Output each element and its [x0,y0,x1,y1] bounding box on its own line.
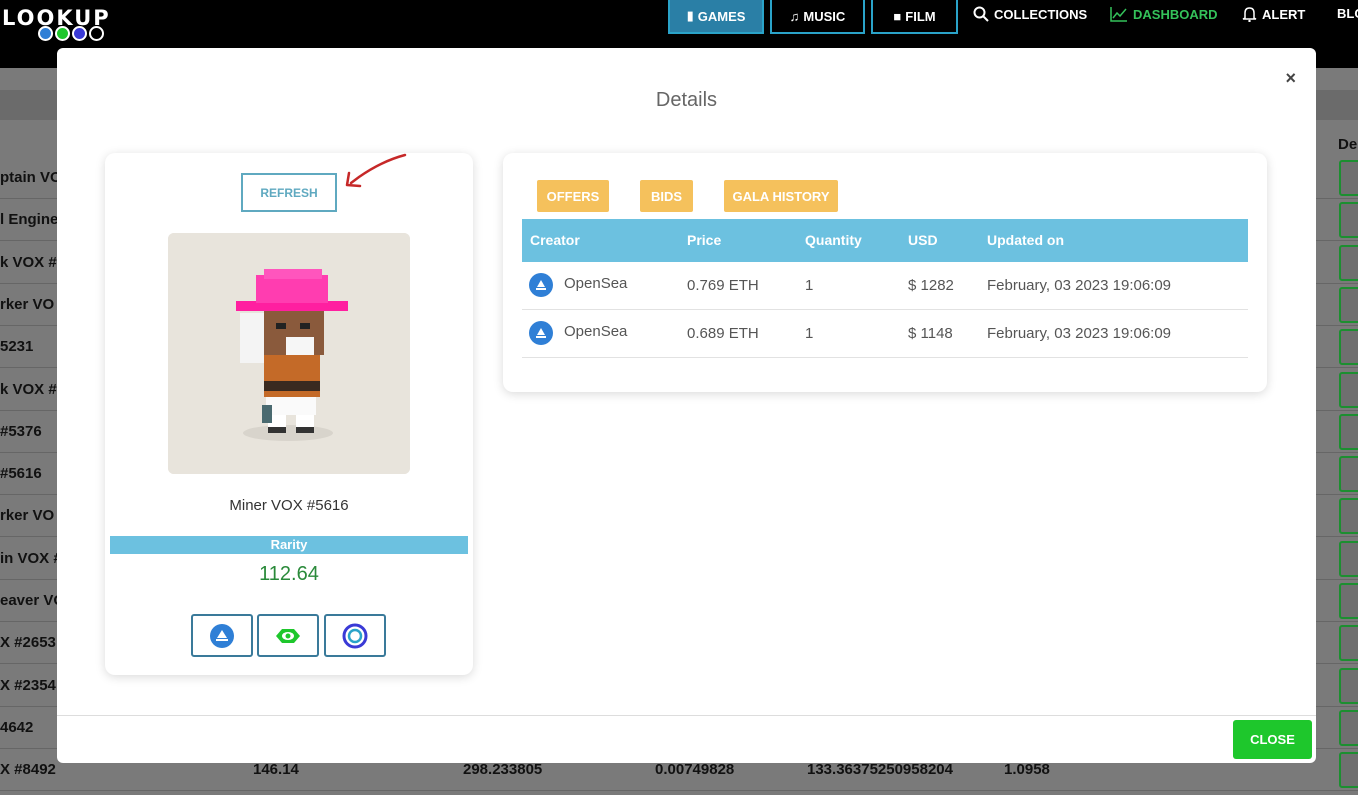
voxel-character-image [168,233,410,474]
background-row-cell: 133.36375250958204 [807,761,953,779]
background-row-name: k VOX # [0,253,57,271]
x2y2-icon [72,26,87,41]
looksrare-icon [55,26,70,41]
background-row-name: k VOX # [0,380,57,398]
background-row-name: X #2354 [0,676,56,694]
film-icon: ■ [893,8,902,24]
background-row-cell: 0.00749828 [655,761,735,779]
background-row-action-button [1339,583,1358,619]
offers-card: OFFERS BIDS GALA HISTORY Creator Price Q… [503,153,1267,392]
usd-cell: $ 1148 [908,325,953,342]
background-row-cell: 298.233805 [463,761,543,779]
col-updated-on: Updated on [987,232,1064,248]
chart-line-icon [1110,7,1127,22]
price-cell: 0.689 ETH [687,325,759,342]
opensea-icon [529,273,553,297]
looksrare-icon [276,628,300,643]
background-row-cell: 146.14 [253,761,299,779]
background-row-action-button [1339,625,1358,662]
creator-cell: OpenSea [564,323,628,340]
nav-games-button[interactable]: ▮ GAMES [668,0,764,34]
rarity-value: 112.64 [259,563,319,585]
opensea-icon [529,321,553,345]
background-row-name: 4642 [0,718,34,736]
col-usd: USD [908,232,938,248]
close-icon[interactable]: × [1285,68,1296,89]
updated-cell: February, 03 2023 19:06:09 [987,325,1172,342]
creator-cell: OpenSea [564,275,628,292]
x2y2-icon [342,623,368,648]
background-row-cell: 1.0958 [1004,761,1050,779]
background-row-name: in VOX # [0,549,62,567]
background-row-action-button [1339,456,1358,493]
background-row-action-button [1339,498,1358,535]
nav-collections-link[interactable]: COLLECTIONS [973,6,1087,22]
background-row-name: X #8492 [0,761,56,779]
tab-gala-history[interactable]: GALA HISTORY [724,180,838,212]
details-modal: Details × REFRESH Miner VOX #5616 Rarity… [57,48,1316,763]
modal-footer-divider [57,715,1316,716]
table-row: OpenSea 0.769 ETH 1 $ 1282 February, 03 … [522,262,1248,310]
nav-film-button[interactable]: ■ FILM [871,0,958,34]
cube-icon [89,26,104,41]
music-icon: ♫ [789,8,800,24]
nav-blog-link[interactable]: BLO [1337,6,1358,21]
background-row-name: #5616 [0,465,42,483]
quantity-cell: 1 [805,325,814,342]
background-row-name: l Engine [0,211,59,229]
price-cell: 0.769 ETH [687,277,759,294]
tab-offers[interactable]: OFFERS [537,180,609,212]
offers-table-header: Creator Price Quantity USD Updated on [522,219,1248,262]
background-row-action-button [1339,413,1358,450]
background-row-name: rker VO [0,507,55,525]
background-column-header: De [1338,136,1358,153]
table-row: OpenSea 0.689 ETH 1 $ 1148 February, 03 … [522,310,1248,358]
close-button[interactable]: CLOSE [1233,720,1312,759]
logo-marketplace-icons [38,26,104,41]
nft-image [168,233,410,474]
search-icon [973,6,989,22]
background-row-action-button [1339,244,1358,281]
x2y2-button[interactable] [324,614,386,657]
updated-cell: February, 03 2023 19:06:09 [987,277,1172,294]
col-quantity: Quantity [805,232,862,248]
opensea-icon [38,26,53,41]
background-row-name: #5376 [0,422,42,440]
tab-bids[interactable]: BIDS [640,180,693,212]
col-price: Price [687,232,722,248]
modal-title: Details [655,89,718,111]
looksrare-button[interactable] [257,614,319,657]
background-row-name: eaver VO [0,592,66,609]
gamepad-icon: ▮ [686,8,694,23]
background-row-action-button [1339,752,1358,789]
nav-dashboard-link[interactable]: DASHBOARD [1110,6,1218,22]
refresh-button[interactable]: REFRESH [241,173,337,212]
background-row-action-button [1339,329,1358,366]
background-row-name: X #2653 [0,634,56,652]
usd-cell: $ 1282 [908,277,954,294]
background-row-name: ptain VO [0,169,62,186]
background-row-action-button [1339,160,1358,196]
background-row-name: rker VO [0,295,55,313]
background-row-action-button [1339,202,1358,239]
background-row-name: 5231 [0,338,34,356]
bell-icon [1242,7,1257,22]
opensea-icon [210,623,234,648]
background-row-action-button [1339,709,1358,746]
nft-name: Miner VOX #5616 [229,497,349,514]
background-row-action-button [1339,540,1358,577]
background-row-action-button [1339,371,1358,408]
background-row-action-button [1339,667,1358,704]
rarity-label: Rarity [110,536,468,554]
col-creator: Creator [530,232,580,248]
nav-music-button[interactable]: ♫ MUSIC [770,0,865,34]
annotation-arrow-icon [345,153,407,188]
item-card: REFRESH Miner VOX #5616 Rarity 112.64 [105,153,473,675]
nav-alert-link[interactable]: ALERT [1242,6,1305,22]
opensea-button[interactable] [191,614,253,657]
background-row-action-button [1339,286,1358,323]
quantity-cell: 1 [805,277,814,294]
